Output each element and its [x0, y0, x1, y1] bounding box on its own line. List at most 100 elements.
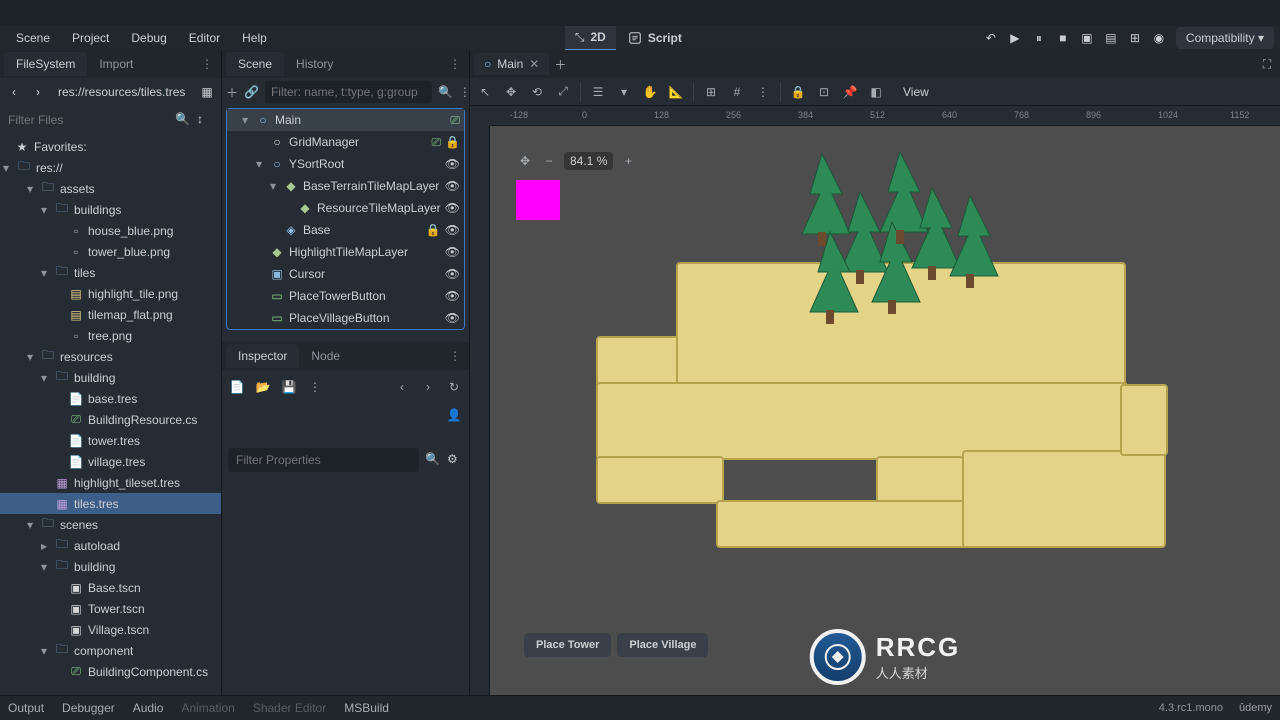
list-select-icon[interactable]: ☰ [589, 83, 607, 101]
bottom-shader[interactable]: Shader Editor [253, 701, 326, 715]
lock-icon[interactable]: 🔒 [445, 135, 460, 150]
menu-help[interactable]: Help [232, 27, 277, 49]
workspace-script-button[interactable]: Script [618, 27, 692, 49]
script-icon[interactable]: ⎚ [450, 113, 460, 128]
file-row[interactable]: ▤tilemap_flat.png [0, 304, 221, 325]
folder-row[interactable]: ▾🗀resources [0, 346, 221, 367]
menu-debug[interactable]: Debug [121, 27, 176, 49]
skeleton-icon[interactable]: 📌 [841, 83, 859, 101]
visibility-icon[interactable]: 👁 [445, 157, 460, 171]
lock-icon[interactable]: 🔒 [789, 83, 807, 101]
snap-options-icon[interactable]: ▾ [615, 83, 633, 101]
rotate-tool-icon[interactable]: ⟲ [528, 83, 546, 101]
zoom-out-icon[interactable]: − [540, 152, 558, 170]
zoom-percent[interactable]: 84.1 % [564, 152, 613, 170]
tab-node[interactable]: Node [299, 344, 352, 368]
folder-row[interactable]: ▾🗀building [0, 367, 221, 388]
folder-row[interactable]: ▾🗀building [0, 556, 221, 577]
scene-tab-main[interactable]: ○ Main ✕ [474, 53, 549, 75]
scene-node-row[interactable]: ▣Cursor👁 [227, 263, 464, 285]
bottom-debugger[interactable]: Debugger [62, 701, 115, 715]
file-row[interactable]: ▣Village.tscn [0, 619, 221, 640]
search-icon[interactable]: 🔍 [425, 452, 441, 468]
smart-snap-icon[interactable]: ⊞ [702, 83, 720, 101]
bottom-msbuild[interactable]: MSBuild [344, 701, 389, 715]
view-menu[interactable]: View [893, 82, 939, 102]
file-row[interactable]: 📄village.tres [0, 451, 221, 472]
movie-icon[interactable]: ⊞ [1124, 27, 1146, 49]
menu-project[interactable]: Project [62, 27, 119, 49]
history-forward-icon[interactable]: › [419, 378, 437, 396]
nav-forward-icon[interactable]: › [28, 82, 48, 102]
canvas-2d[interactable]: ✥ − 84.1 % + [490, 126, 1280, 695]
visibility-icon[interactable]: 👁 [445, 245, 460, 259]
place-tower-button[interactable]: Place Tower [524, 633, 611, 657]
sort-icon[interactable]: ↕ [197, 112, 213, 128]
scene-node-row[interactable]: ▭PlaceTowerButton👁 [227, 285, 464, 307]
folder-row[interactable]: ▾🗀assets [0, 178, 221, 199]
menu-scene[interactable]: Scene [6, 27, 60, 49]
visibility-icon[interactable]: 👁 [445, 267, 460, 281]
close-icon[interactable]: ✕ [529, 57, 539, 71]
group-icon[interactable]: ⊡ [815, 83, 833, 101]
scene-node-row[interactable]: ▾◆BaseTerrainTileMapLayer👁 [227, 175, 464, 197]
nav-back-icon[interactable]: ‹ [4, 82, 24, 102]
load-resource-icon[interactable]: 📂 [254, 378, 272, 396]
new-resource-icon[interactable]: 📄 [228, 378, 246, 396]
dock-menu-icon[interactable]: ⋮ [445, 345, 465, 367]
file-row[interactable]: ▣Tower.tscn [0, 598, 221, 619]
folder-row[interactable]: ▾🗀component [0, 640, 221, 661]
stop-icon[interactable]: ■ [1052, 27, 1074, 49]
filesystem-tree[interactable]: ★Favorites:▾🗀res://▾🗀assets▾🗀buildings▫h… [0, 134, 221, 695]
tab-import[interactable]: Import [87, 52, 145, 76]
scene-node-row[interactable]: ◆ResourceTileMapLayer👁 [227, 197, 464, 219]
file-row[interactable]: 📄tower.tres [0, 430, 221, 451]
render-icon[interactable]: ◉ [1148, 27, 1170, 49]
file-row[interactable]: ⎚BuildingResource.cs [0, 409, 221, 430]
move-tool-icon[interactable]: ✥ [502, 83, 520, 101]
menu-editor[interactable]: Editor [179, 27, 230, 49]
file-row[interactable]: ▦highlight_tileset.tres [0, 472, 221, 493]
folder-row[interactable]: ▸🗀autoload [0, 535, 221, 556]
run-prev-icon[interactable]: ↶ [980, 27, 1002, 49]
scene-tree[interactable]: ▾○Main⎚○GridManager⎚🔒▾○YSortRoot👁▾◆BaseT… [227, 109, 464, 329]
visibility-icon[interactable]: 👁 [445, 223, 460, 237]
file-row[interactable]: ⎚BuildingComponent.cs [0, 661, 221, 682]
lock-icon[interactable]: 🔒 [426, 223, 441, 237]
scene-node-row[interactable]: ▾○Main⎚ [227, 109, 464, 131]
history-reset-icon[interactable]: ↻ [445, 378, 463, 396]
file-row[interactable]: ▫house_blue.png [0, 220, 221, 241]
filter-properties-input[interactable] [228, 448, 419, 472]
link-icon[interactable]: 🔗 [244, 83, 259, 101]
scene-node-row[interactable]: ○GridManager⎚🔒 [227, 131, 464, 153]
search-icon[interactable]: 🔍 [175, 112, 191, 128]
file-row[interactable]: ▤highlight_tile.png [0, 283, 221, 304]
script-icon[interactable]: ⎚ [431, 135, 441, 150]
folder-row[interactable]: ▾🗀buildings [0, 199, 221, 220]
place-village-button[interactable]: Place Village [617, 633, 708, 657]
tab-filesystem[interactable]: FileSystem [4, 52, 87, 76]
visibility-icon[interactable]: 👁 [445, 311, 460, 325]
path-display[interactable]: res://resources/tiles.tres [52, 85, 193, 99]
manage-object-icon[interactable]: 👤 [445, 406, 463, 424]
tab-history[interactable]: History [284, 52, 345, 76]
zoom-in-icon[interactable]: + [619, 152, 637, 170]
play-scene-icon[interactable]: ▣ [1076, 27, 1098, 49]
file-row[interactable]: ▣Base.tscn [0, 577, 221, 598]
settings-icon[interactable]: ⚙ [447, 452, 463, 468]
visibility-icon[interactable]: 👁 [445, 289, 460, 303]
bottom-audio[interactable]: Audio [133, 701, 164, 715]
file-row[interactable]: 📄base.tres [0, 388, 221, 409]
workspace-2d-button[interactable]: ⤡ 2D [565, 26, 616, 51]
visibility-icon[interactable]: 👁 [445, 201, 460, 215]
renderer-dropdown[interactable]: Compatibility ▾ [1176, 27, 1274, 49]
root-row[interactable]: ▾🗀res:// [0, 157, 221, 178]
dock-menu-icon[interactable]: ⋮ [445, 53, 465, 75]
override-icon[interactable]: ◧ [867, 83, 885, 101]
tab-inspector[interactable]: Inspector [226, 344, 299, 368]
ruler-tool-icon[interactable]: 📐 [667, 83, 685, 101]
expand-icon[interactable]: ⛶ [1258, 55, 1276, 73]
favorites-row[interactable]: ★Favorites: [0, 136, 221, 157]
scene-filter-input[interactable] [265, 81, 432, 103]
play-custom-icon[interactable]: ▤ [1100, 27, 1122, 49]
